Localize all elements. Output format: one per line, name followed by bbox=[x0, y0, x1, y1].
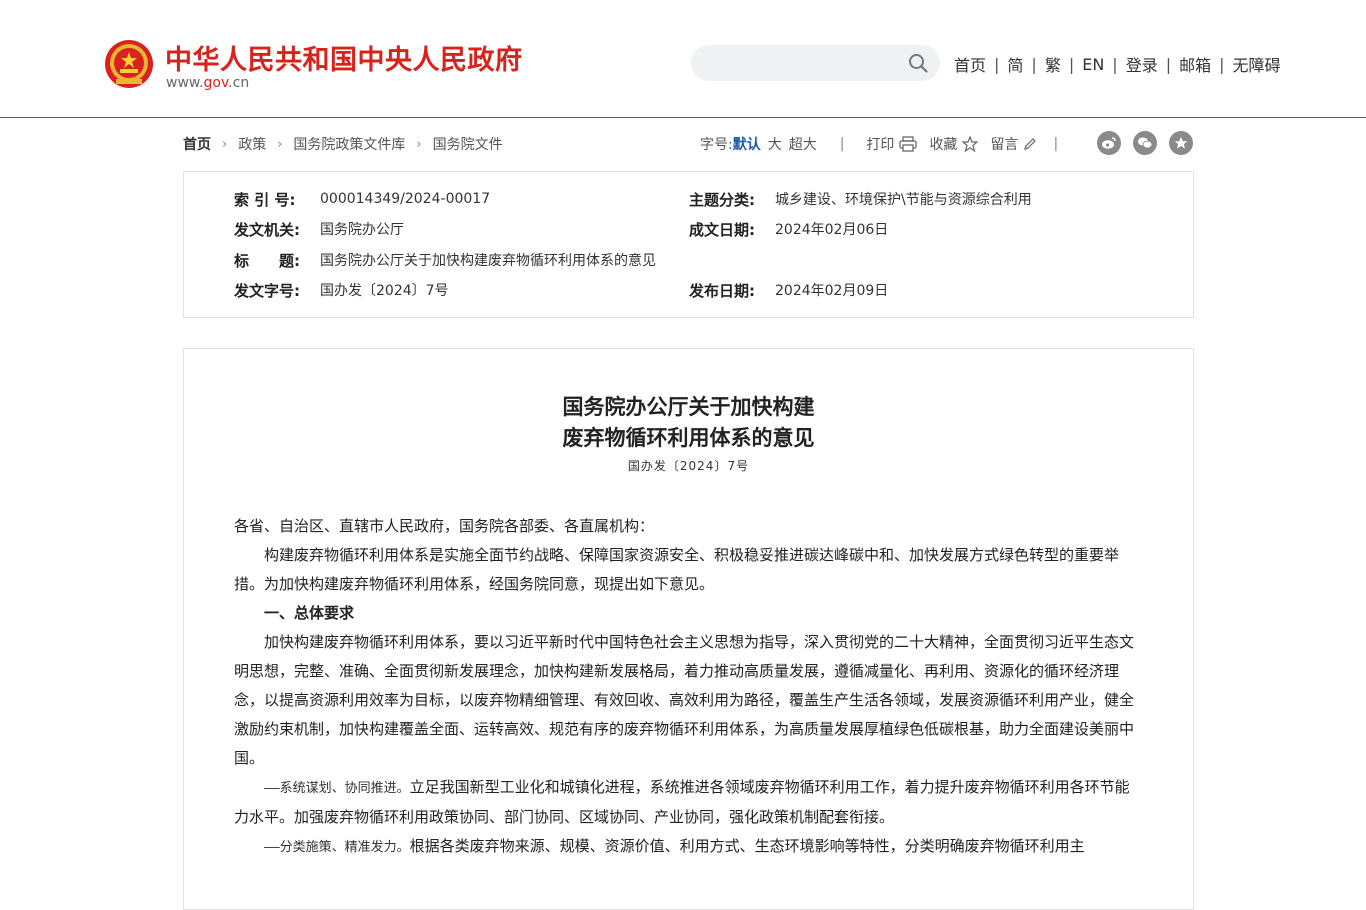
site-title[interactable]: 中华人民共和国中央人民政府 bbox=[165, 38, 523, 77]
nav-separator: | bbox=[1031, 54, 1037, 74]
domain-prefix: www. bbox=[166, 75, 204, 91]
meta-title: 国务院办公厅关于加快构建废弃物循环利用体系的意见 bbox=[320, 253, 656, 269]
meta-topic: 城乡建设、环境保护\节能与资源综合利用 bbox=[775, 192, 1032, 208]
nav-simplified[interactable]: 简 bbox=[1007, 52, 1023, 76]
nav-traditional[interactable]: 繁 bbox=[1045, 52, 1061, 76]
principle-paragraph: ——分类施策、精准发力。根据各类废弃物来源、规模、资源价值、利用方式、生态环境影… bbox=[234, 832, 1144, 862]
article-doc-number: 国办发〔2024〕7号 bbox=[627, 459, 750, 473]
comment-label: 留言 bbox=[990, 137, 1019, 153]
favorite-label: 收藏 bbox=[929, 137, 958, 153]
meta-written-date: 2024年02月06日 bbox=[775, 222, 889, 238]
site-domain: www.gov.cn bbox=[166, 75, 249, 91]
meta-label: 成文日期: bbox=[689, 220, 755, 239]
article-text: 各省、自治区、直辖市人民政府，国务院各部委、各直属机构： 构建废弃物循环利用体系… bbox=[234, 512, 1144, 862]
site-header: 中华人民共和国中央人民政府 www.gov.cn 首页 | 简 | 繁 | EN… bbox=[0, 0, 1366, 118]
meta-title-row: 标 题: 国务院办公厅关于加快构建废弃物循环利用体系的意见 bbox=[234, 249, 656, 271]
meta-doc-no-row: 发文字号: 国办发〔2024〕7号 bbox=[234, 279, 449, 301]
nav-mail[interactable]: 邮箱 bbox=[1179, 52, 1211, 76]
meta-label: 发布日期: bbox=[689, 281, 755, 300]
salutation: 各省、自治区、直辖市人民政府，国务院各部委、各直属机构： bbox=[234, 517, 655, 535]
nav-english[interactable]: EN bbox=[1082, 55, 1104, 74]
meta-publish-date-row: 发布日期: 2024年02月09日 bbox=[689, 279, 888, 301]
principle-title: ——分类施策、精准发力。 bbox=[264, 840, 410, 855]
breadcrumb-home[interactable]: 首页 bbox=[183, 134, 211, 154]
domain-suffix: .cn bbox=[228, 75, 250, 91]
nav-login[interactable]: 登录 bbox=[1126, 52, 1158, 76]
meta-index-no: 000014349/2024-00017 bbox=[320, 191, 491, 207]
breadcrumb: 首页 › 政策 › 国务院政策文件库 › 国务院文件 bbox=[183, 134, 503, 154]
meta-doc-no: 国办发〔2024〕7号 bbox=[320, 283, 449, 299]
document-info-box: 索 引 号: 000014349/2024-00017 主题分类: 城乡建设、环… bbox=[183, 171, 1194, 318]
nav-separator: | bbox=[1165, 54, 1172, 74]
article-toolbar: 字号: 默认 大 超大 | 打印 收藏 留言 | bbox=[700, 134, 1058, 154]
qzone-icon[interactable] bbox=[1169, 131, 1193, 155]
font-size-large-button[interactable]: 大 bbox=[768, 134, 782, 154]
meta-publish-date: 2024年02月09日 bbox=[775, 283, 889, 299]
font-size-default-button[interactable]: 默认 bbox=[733, 134, 761, 154]
meta-label: 主题分类: bbox=[689, 190, 755, 209]
article-title-line1: 国务院办公厅关于加快构建 bbox=[562, 394, 815, 419]
intro-paragraph: 构建废弃物循环利用体系是实施全面节约战略、保障国家资源安全、积极稳妥推进碳达峰碳… bbox=[234, 546, 1120, 593]
breadcrumb-policy[interactable]: 政策 bbox=[238, 134, 266, 154]
section-heading: 一、总体要求 bbox=[264, 604, 355, 622]
weibo-icon[interactable] bbox=[1097, 131, 1121, 155]
breadcrumb-state-council-docs[interactable]: 国务院文件 bbox=[433, 134, 503, 154]
chevron-right-icon: › bbox=[222, 136, 228, 152]
toolbar-separator: | bbox=[839, 136, 845, 152]
article-body: 国务院办公厅关于加快构建 废弃物循环利用体系的意见 国办发〔2024〕7号 各省… bbox=[183, 348, 1194, 910]
meta-written-date-row: 成文日期: 2024年02月06日 bbox=[689, 218, 888, 240]
comment-button[interactable]: 留言 bbox=[990, 134, 1037, 154]
breadcrumb-policy-library[interactable]: 国务院政策文件库 bbox=[293, 134, 405, 154]
pencil-icon bbox=[1024, 138, 1037, 150]
top-nav: 首页 | 简 | 繁 | EN | 登录 | 邮箱 | 无障碍 bbox=[954, 52, 1281, 76]
chevron-right-icon: › bbox=[416, 136, 422, 152]
wechat-icon[interactable] bbox=[1133, 131, 1157, 155]
nav-separator: | bbox=[994, 54, 1000, 74]
search-box bbox=[691, 45, 940, 81]
font-size-label: 字号: bbox=[700, 137, 733, 153]
nav-home[interactable]: 首页 bbox=[954, 52, 986, 76]
print-label: 打印 bbox=[866, 137, 895, 153]
nav-separator: | bbox=[1112, 54, 1118, 74]
nav-separator: | bbox=[1219, 54, 1225, 74]
domain-gov: gov bbox=[203, 75, 229, 91]
search-input[interactable] bbox=[707, 52, 891, 76]
search-icon[interactable] bbox=[908, 53, 928, 73]
principle-body: 根据各类废弃物来源、规模、资源价值、利用方式、生态环境影响等特性，分类明确废弃物… bbox=[409, 837, 1085, 855]
section-paragraph: 加快构建废弃物循环利用体系，要以习近平新时代中国特色社会主义思想为指导，深入贯彻… bbox=[234, 633, 1135, 767]
principle-paragraph: ——系统谋划、协同推进。立足我国新型工业化和城镇化进程，系统推进各领域废弃物循环… bbox=[234, 773, 1144, 832]
favorite-button[interactable]: 收藏 bbox=[929, 134, 979, 154]
national-emblem-icon[interactable] bbox=[104, 39, 154, 89]
meta-issuer: 国务院办公厅 bbox=[320, 222, 404, 238]
font-size-xlarge-button[interactable]: 超大 bbox=[789, 134, 817, 154]
meta-topic-row: 主题分类: 城乡建设、环境保护\节能与资源综合利用 bbox=[689, 188, 1032, 210]
share-icons bbox=[1097, 131, 1205, 156]
meta-index-row: 索 引 号: 000014349/2024-00017 bbox=[234, 188, 490, 210]
nav-accessibility[interactable]: 无障碍 bbox=[1233, 52, 1281, 76]
meta-label: 索 引 号: bbox=[234, 190, 296, 209]
chevron-right-icon: › bbox=[277, 136, 283, 152]
meta-label: 标 题: bbox=[234, 251, 300, 270]
print-button[interactable]: 打印 bbox=[866, 134, 918, 154]
meta-label: 发文机关: bbox=[234, 220, 300, 239]
toolbar-separator: | bbox=[1053, 136, 1059, 152]
article-title-line2: 废弃物循环利用体系的意见 bbox=[562, 425, 815, 450]
meta-label: 发文字号: bbox=[234, 281, 300, 300]
printer-icon bbox=[899, 136, 918, 152]
principle-title: ——系统谋划、协同推进。 bbox=[264, 781, 410, 796]
nav-separator: | bbox=[1068, 54, 1075, 74]
meta-issuer-row: 发文机关: 国务院办公厅 bbox=[234, 218, 404, 240]
star-icon bbox=[962, 136, 979, 152]
